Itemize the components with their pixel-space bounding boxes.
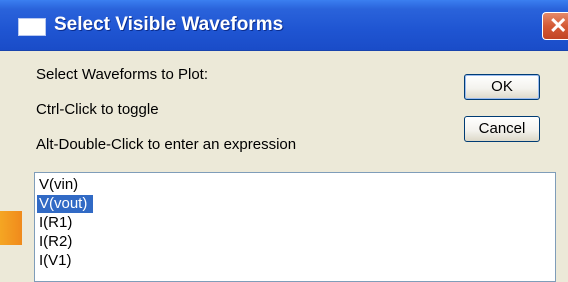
- instruction-select: Select Waveforms to Plot:: [36, 66, 209, 83]
- ok-button[interactable]: OK: [464, 74, 540, 100]
- list-item-i-v1[interactable]: I(V1): [37, 252, 74, 270]
- close-icon: ✕: [549, 13, 568, 38]
- window-icon: [18, 18, 46, 36]
- waveform-list[interactable]: V(vin) V(vout) I(R1) I(R2) I(V1): [34, 172, 556, 282]
- dialog-title: Select Visible Waveforms: [54, 14, 284, 35]
- instruction-alt-double-click: Alt-Double-Click to enter an expression: [36, 136, 297, 153]
- instruction-ctrl-click: Ctrl-Click to toggle: [36, 101, 159, 118]
- close-button[interactable]: ✕: [542, 12, 568, 40]
- list-item-v-vin[interactable]: V(vin): [37, 176, 80, 194]
- title-bar[interactable]: Select Visible Waveforms ✕: [0, 0, 568, 51]
- list-item-v-vout[interactable]: V(vout): [37, 195, 94, 213]
- cancel-button[interactable]: Cancel: [464, 116, 540, 142]
- list-item-i-r2[interactable]: I(R2): [37, 233, 74, 251]
- list-item-i-r1[interactable]: I(R1): [37, 214, 74, 232]
- background-window-edge: [0, 211, 22, 245]
